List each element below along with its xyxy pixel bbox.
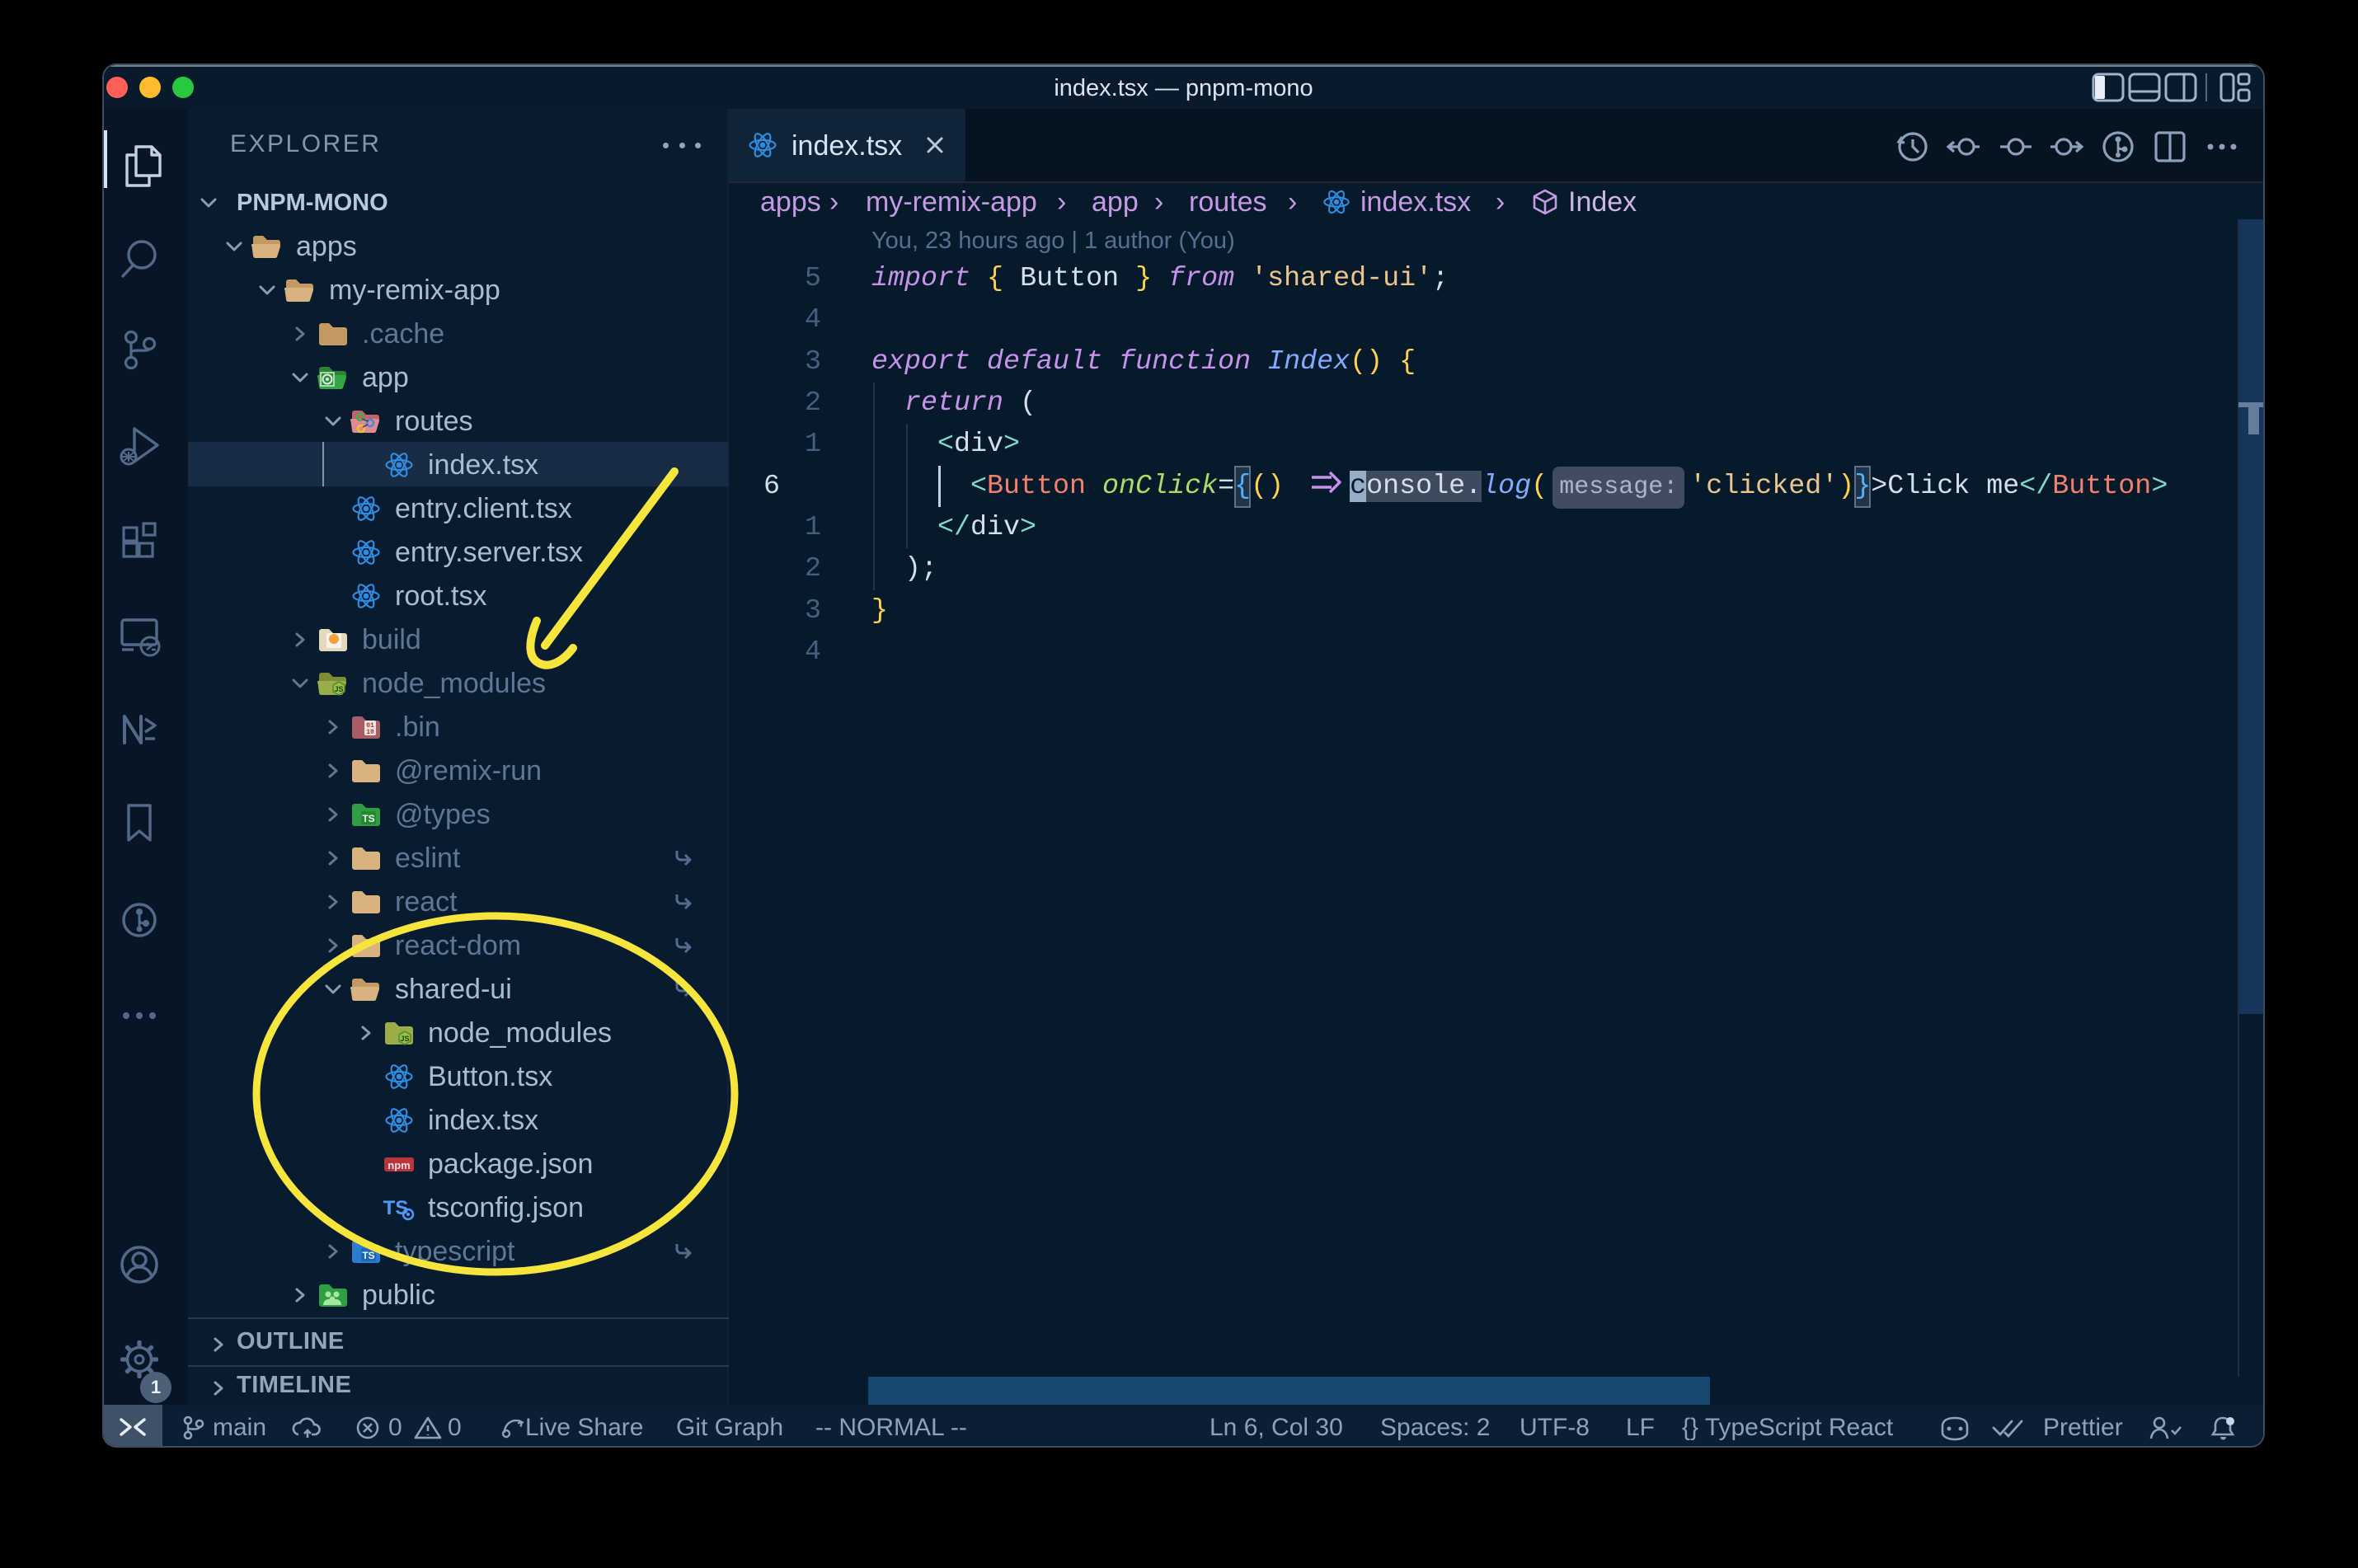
svg-text:JS: JS: [334, 685, 343, 693]
svg-text:TS: TS: [362, 813, 374, 824]
svg-text:JS: JS: [400, 1035, 409, 1043]
svg-text:TS: TS: [383, 1197, 409, 1219]
svg-text:TS: TS: [362, 1250, 374, 1261]
svg-text:10: 10: [366, 729, 374, 736]
svg-text:npm: npm: [388, 1159, 410, 1171]
